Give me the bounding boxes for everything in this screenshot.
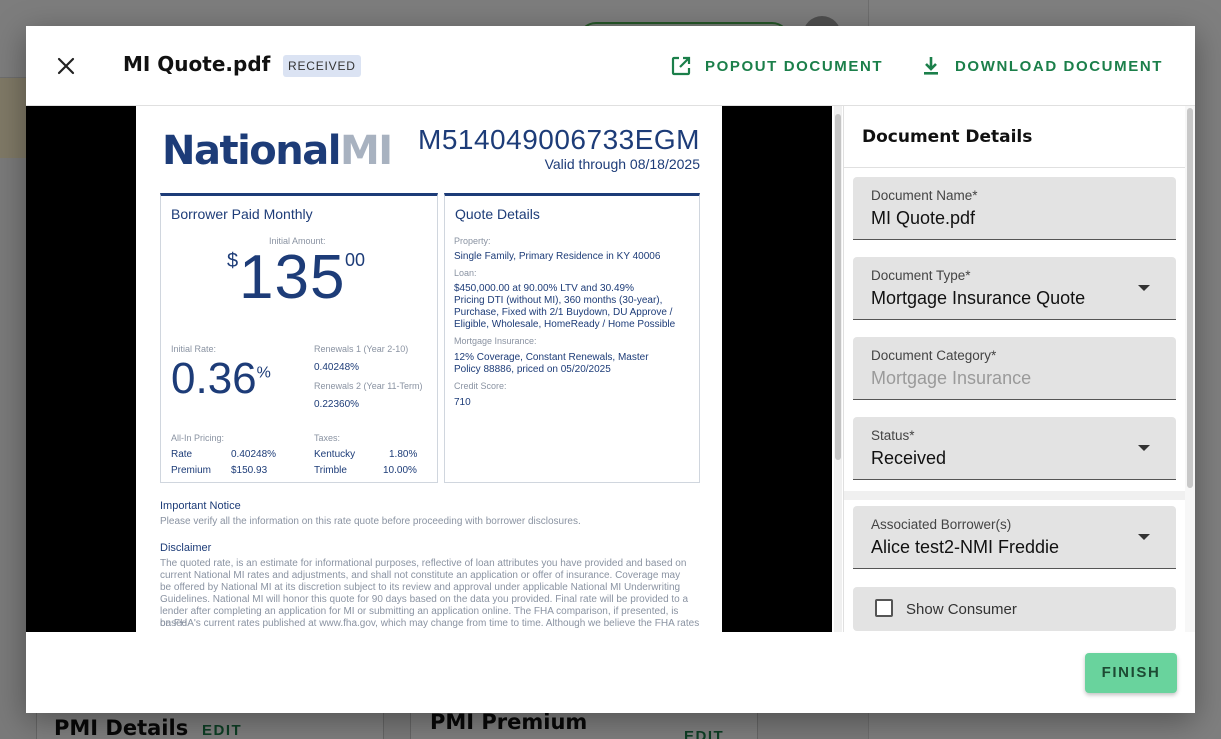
mi-line: Policy 88886, priced on 05/20/2025 bbox=[454, 364, 611, 375]
pdf-page: NationalMI M514049006733EGM Valid throug… bbox=[136, 106, 722, 632]
renewals2-label: Renewals 2 (Year 11-Term) bbox=[314, 381, 423, 391]
associated-borrowers-select[interactable]: Associated Borrower(s) Alice test2-NMI F… bbox=[853, 506, 1176, 569]
document-type-select[interactable]: Document Type* Mortgage Insurance Quote bbox=[853, 257, 1176, 320]
tax1-value: 1.80% bbox=[389, 449, 418, 460]
borrower-box-heading: Borrower Paid Monthly bbox=[171, 206, 313, 222]
status-value: Received bbox=[871, 448, 947, 468]
quote-details-box: Quote Details Property: Single Family, P… bbox=[444, 193, 700, 483]
viewer-scrollbar-thumb[interactable] bbox=[835, 114, 841, 460]
download-document-label: DOWNLOAD DOCUMENT bbox=[955, 57, 1164, 75]
close-icon bbox=[57, 57, 75, 75]
popout-document-button[interactable]: POPOUT DOCUMENT bbox=[669, 52, 883, 80]
property-value: Single Family, Primary Residence in KY 4… bbox=[454, 251, 661, 262]
initial-rate-label: Initial Rate: bbox=[171, 344, 217, 354]
disclaimer-title: Disclaimer bbox=[160, 542, 212, 554]
show-consumer-label: Show Consumer bbox=[906, 601, 1017, 618]
show-consumer-row[interactable]: Show Consumer bbox=[853, 587, 1176, 631]
loan-line: Purchase, Fixed with 2/1 Buydown, DU App… bbox=[454, 307, 673, 318]
download-icon bbox=[924, 57, 938, 75]
loan-label: Loan: bbox=[454, 268, 477, 278]
details-scrollbar-thumb[interactable] bbox=[1187, 108, 1193, 488]
associated-borrowers-label: Associated Borrower(s) bbox=[871, 517, 1012, 532]
property-label: Property: bbox=[454, 236, 491, 246]
document-type-label: Document Type* bbox=[871, 268, 971, 283]
rate-label: Rate bbox=[171, 449, 193, 460]
premium-value: $150.93 bbox=[231, 465, 268, 476]
disclaimer-line: Guidelines. National MI will honor this … bbox=[160, 594, 689, 605]
disclaimer-line: The quoted rate, is an estimate for info… bbox=[160, 558, 687, 569]
document-name-field[interactable]: Document Name* MI Quote.pdf bbox=[853, 177, 1176, 240]
quote-id: M514049006733EGM bbox=[418, 124, 700, 155]
chevron-down-icon bbox=[1138, 285, 1150, 291]
allin-pricing-label: All-In Pricing: bbox=[171, 433, 225, 443]
document-category-value: Mortgage Insurance bbox=[871, 368, 1032, 388]
rate-value: 0.40248% bbox=[231, 449, 277, 460]
details-scrollbar[interactable] bbox=[1185, 106, 1195, 632]
disclaimer-line: be offered by National MI at its discret… bbox=[160, 582, 681, 593]
borrower-paid-box: Borrower Paid Monthly Initial Amount: $ … bbox=[160, 193, 438, 483]
document-name-value[interactable]: MI Quote.pdf bbox=[871, 208, 975, 229]
renewals1-label: Renewals 1 (Year 2-10) bbox=[314, 344, 409, 354]
popout-document-label: POPOUT DOCUMENT bbox=[705, 57, 884, 75]
loan-line: $450,000.00 at 90.00% LTV and 30.49% bbox=[454, 283, 634, 294]
mortgage-insurance-label: Mortgage Insurance: bbox=[454, 336, 537, 346]
mi-line: 12% Coverage, Constant Renewals, Master bbox=[454, 352, 649, 363]
disclaimer-line: current National MI rates and adjustment… bbox=[160, 570, 681, 581]
document-name-label: Document Name* bbox=[871, 188, 978, 203]
quote-box-heading: Quote Details bbox=[455, 206, 540, 222]
renewals2-value: 0.22360% bbox=[314, 399, 360, 410]
document-modal: MI Quote.pdf RECEIVED POPOUT DOCUMENT DO… bbox=[26, 26, 1195, 713]
taxes-label: Taxes: bbox=[314, 433, 341, 443]
loan-line: Pricing DTI (without MI), 360 months (30… bbox=[454, 295, 663, 306]
associated-borrowers-value: Alice test2-NMI Freddie bbox=[871, 537, 1060, 557]
premium-label: Premium bbox=[171, 465, 212, 476]
section-divider bbox=[844, 491, 1185, 500]
credit-score-label: Credit Score: bbox=[454, 381, 507, 391]
loan-line: Eligible, Wholesale, HomeReady / Home Po… bbox=[454, 319, 676, 330]
status-label: Status* bbox=[871, 428, 915, 443]
renewals1-value: 0.40248% bbox=[314, 362, 360, 373]
valid-through: Valid through 08/18/2025 bbox=[544, 156, 700, 172]
document-viewer[interactable]: NationalMI M514049006733EGM Valid throug… bbox=[26, 106, 832, 632]
chevron-down-icon bbox=[1138, 534, 1150, 540]
document-details-panel: Document Details Document Name* MI Quote… bbox=[843, 106, 1185, 632]
document-category-field: Document Category* Mortgage Insurance bbox=[853, 337, 1176, 400]
close-button[interactable] bbox=[52, 52, 80, 80]
finish-button[interactable]: FINISH bbox=[1085, 653, 1177, 693]
details-header: Document Details bbox=[844, 106, 1185, 168]
open-in-new-icon bbox=[671, 56, 691, 76]
modal-header: MI Quote.pdf RECEIVED POPOUT DOCUMENT DO… bbox=[26, 26, 1195, 106]
show-consumer-checkbox[interactable] bbox=[875, 599, 893, 617]
document-title: MI Quote.pdf bbox=[123, 52, 271, 76]
national-mi-logo: NationalMI bbox=[162, 128, 393, 174]
download-document-button[interactable]: DOWNLOAD DOCUMENT bbox=[919, 52, 1163, 80]
credit-score-value: 710 bbox=[454, 397, 471, 408]
tax1-state: Kentucky bbox=[314, 449, 356, 460]
tax2-state: Trimble bbox=[314, 465, 347, 476]
document-type-value: Mortgage Insurance Quote bbox=[871, 288, 1086, 308]
chevron-down-icon bbox=[1138, 445, 1150, 451]
disclaimer-line: on FHA's current rates published at www.… bbox=[160, 618, 700, 629]
initial-rate: 0.36% bbox=[171, 354, 271, 403]
details-title: Document Details bbox=[862, 127, 1033, 147]
status-select[interactable]: Status* Received bbox=[853, 417, 1176, 480]
tax2-value: 10.00% bbox=[383, 465, 417, 476]
important-notice-text: Please verify all the information on thi… bbox=[160, 516, 581, 527]
status-badge: RECEIVED bbox=[283, 55, 361, 77]
viewer-scrollbar[interactable] bbox=[834, 106, 842, 632]
document-category-label: Document Category* bbox=[871, 348, 997, 363]
important-notice-title: Important Notice bbox=[160, 500, 241, 512]
